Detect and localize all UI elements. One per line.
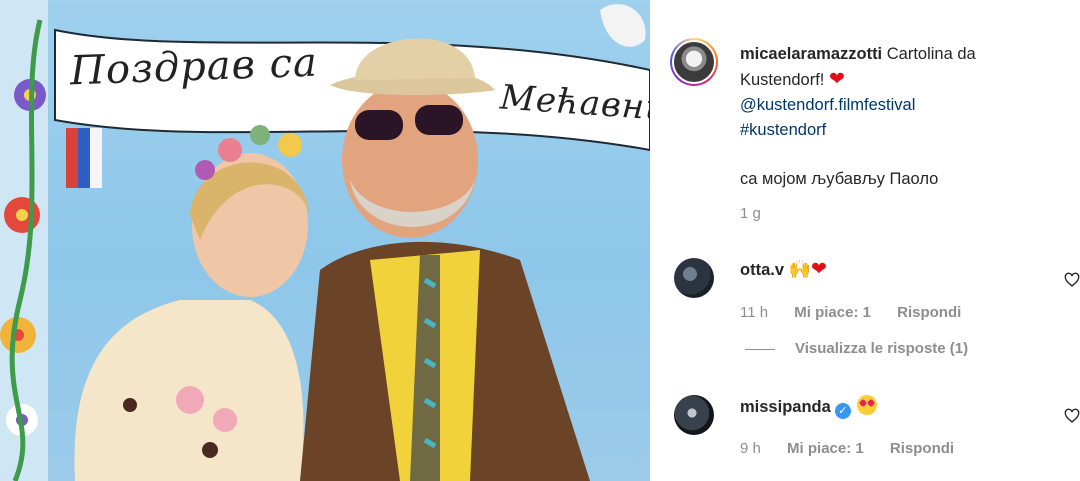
view-replies-label: Visualizza le risposte (1) xyxy=(795,340,969,357)
photo-banner-text-left: Поздрав са xyxy=(69,39,319,95)
comment-meta: 11 h Mi piace: 1 Rispondi xyxy=(740,304,983,321)
comment-meta: 9 h Mi piace: 1 Rispondi xyxy=(740,440,976,457)
comments-panel: micaelaramazzotti Cartolina da Kustendor… xyxy=(650,0,1080,481)
raised-hands-emoji: 🙌 xyxy=(788,259,812,280)
comment-likes[interactable]: Mi piace: 1 xyxy=(794,304,871,321)
comment-item: otta.v 🙌❤ xyxy=(740,258,827,280)
verified-badge-icon: ✓ xyxy=(834,403,851,419)
reply-button[interactable]: Rispondi xyxy=(897,304,961,321)
post-timestamp[interactable]: 1 g xyxy=(740,205,761,222)
heart-emoji: ❤ xyxy=(828,68,845,90)
heart-outline-icon[interactable] xyxy=(1064,272,1080,288)
caption-text-2: са мојом љубављу Паоло xyxy=(740,170,939,188)
mention-link[interactable]: @kustendorf.filmfestival xyxy=(740,93,1060,118)
heart-outline-icon[interactable] xyxy=(1064,408,1080,424)
heart-eyes-emoji xyxy=(856,395,877,415)
author-username[interactable]: micaelaramazzotti xyxy=(740,45,882,63)
comment-time[interactable]: 9 h xyxy=(740,440,761,457)
commenter-avatar[interactable] xyxy=(674,395,714,435)
heart-emoji: ❤ xyxy=(811,258,827,280)
commenter-avatar[interactable] xyxy=(674,258,714,298)
comment-username[interactable]: missipanda xyxy=(740,398,831,416)
reply-button[interactable]: Rispondi xyxy=(890,440,954,457)
comment-time[interactable]: 11 h xyxy=(740,304,768,321)
replies-divider xyxy=(745,348,775,350)
comment-item: missipanda ✓ xyxy=(740,395,877,419)
comment-username[interactable]: otta.v xyxy=(740,261,784,279)
post-caption: micaelaramazzotti Cartolina da Kustendor… xyxy=(740,42,1060,192)
hashtag-link[interactable]: #kustendorf xyxy=(740,118,1060,143)
post-photo[interactable]: Поздрав са Мећавник xyxy=(0,0,650,481)
view-replies-button[interactable]: Visualizza le risposte (1) xyxy=(745,340,968,357)
author-avatar[interactable] xyxy=(670,38,718,86)
comment-likes[interactable]: Mi piace: 1 xyxy=(787,440,864,457)
